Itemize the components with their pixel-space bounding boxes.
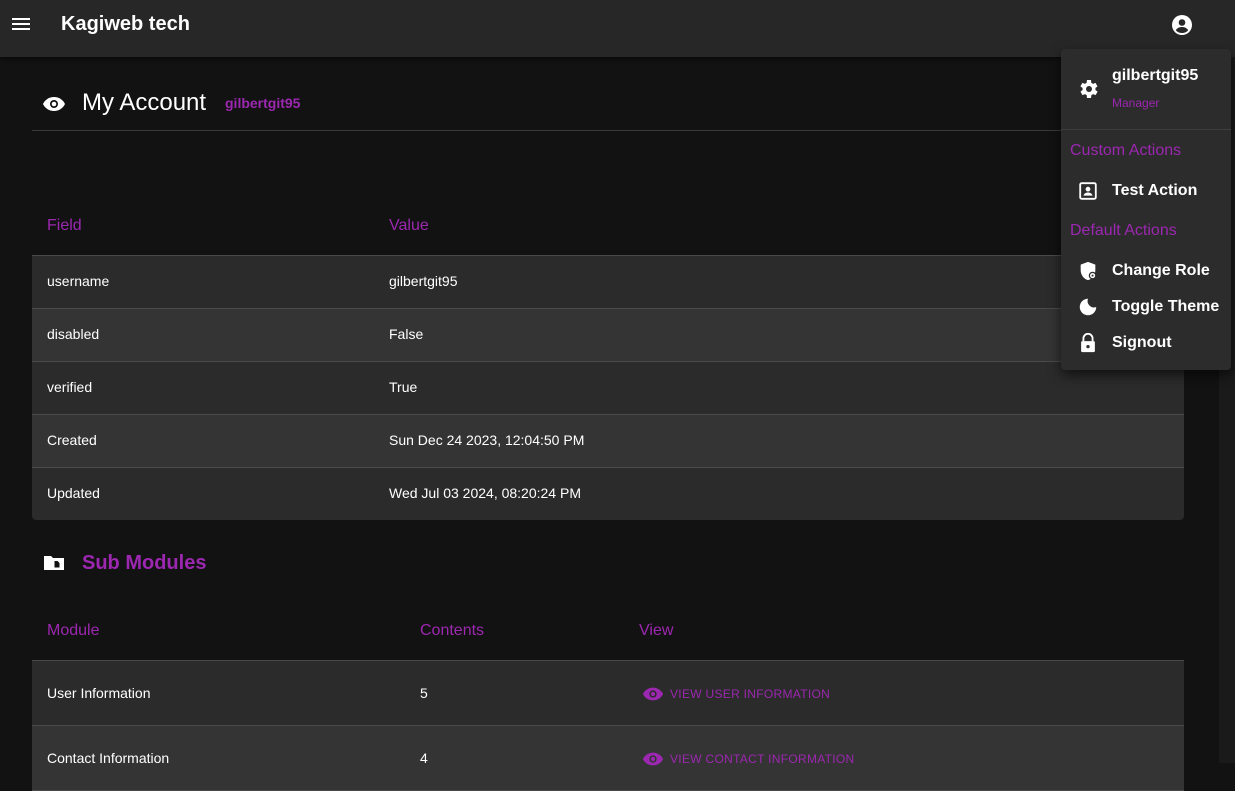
eye-icon bbox=[642, 687, 664, 701]
value-cell: Wed Jul 03 2024, 08:20:24 PM bbox=[389, 485, 581, 501]
value-cell: Sun Dec 24 2023, 12:04:50 PM bbox=[389, 432, 585, 448]
table-row: disabled False bbox=[32, 309, 1184, 362]
field-cell: verified bbox=[47, 379, 93, 395]
module-name-cell: Contact Information bbox=[47, 750, 170, 766]
table-header-row: Module Contents View bbox=[32, 605, 1184, 661]
eye-icon bbox=[642, 752, 664, 766]
menu-item-label: Signout bbox=[1112, 334, 1172, 351]
folder-icon bbox=[44, 556, 64, 570]
sub-modules-header: Sub Modules bbox=[32, 540, 632, 584]
table-header-row: Field Value bbox=[32, 200, 1184, 256]
menu-username: gilbertgit95 bbox=[1112, 67, 1199, 84]
value-cell: True bbox=[389, 379, 418, 395]
value-cell: False bbox=[389, 326, 424, 342]
table-row: Created Sun Dec 24 2023, 12:04:50 PM bbox=[32, 415, 1184, 468]
menu-user-role: Manager bbox=[1112, 96, 1160, 110]
table-row: username gilbertgit95 bbox=[32, 256, 1184, 309]
account-menu: gilbertgit95 Manager Custom Actions Test… bbox=[1061, 49, 1231, 370]
column-header-view: View bbox=[639, 622, 674, 639]
field-cell: Created bbox=[47, 432, 97, 448]
app-title: Kagiweb tech bbox=[61, 13, 190, 35]
eye-icon bbox=[43, 97, 65, 111]
moon-icon bbox=[1079, 298, 1097, 316]
default-actions-heading: Default Actions bbox=[1070, 222, 1177, 239]
view-link-label: VIEW USER INFORMATION bbox=[670, 687, 831, 701]
column-header-value: Value bbox=[389, 217, 429, 234]
module-name-cell: User Information bbox=[47, 685, 151, 701]
lock-icon bbox=[1081, 332, 1095, 353]
menu-item-test-action[interactable]: Test Action bbox=[1061, 174, 1231, 210]
sub-modules-table: Module Contents View User Information 5 … bbox=[32, 605, 1184, 791]
page-header: My Account gilbertgit95 bbox=[32, 78, 1184, 131]
menu-item-label: Change Role bbox=[1112, 262, 1210, 279]
menu-item-change-role[interactable]: Change Role bbox=[1061, 254, 1231, 290]
sub-modules-title: Sub Modules bbox=[82, 552, 207, 574]
table-row: User Information 5 VIEW USER INFORMATION bbox=[32, 661, 1184, 726]
hamburger-menu-icon[interactable] bbox=[9, 12, 33, 36]
column-header-module: Module bbox=[47, 622, 100, 639]
page-username-badge: gilbertgit95 bbox=[225, 95, 301, 111]
menu-item-label: Toggle Theme bbox=[1112, 298, 1220, 315]
contact-page-icon bbox=[1079, 182, 1097, 200]
menu-item-signout[interactable]: Signout bbox=[1061, 326, 1231, 362]
field-cell: username bbox=[47, 273, 110, 289]
value-cell: gilbertgit95 bbox=[389, 273, 458, 289]
table-row: Updated Wed Jul 03 2024, 08:20:24 PM bbox=[32, 468, 1184, 520]
column-header-contents: Contents bbox=[420, 622, 485, 639]
app-bar: Kagiweb tech bbox=[0, 0, 1235, 57]
field-cell: disabled bbox=[47, 326, 100, 342]
page-title: My Account bbox=[82, 89, 207, 116]
table-row: verified True bbox=[32, 362, 1184, 415]
field-cell: Updated bbox=[47, 485, 100, 501]
menu-item-toggle-theme[interactable]: Toggle Theme bbox=[1061, 290, 1231, 326]
column-header-field: Field bbox=[47, 217, 82, 234]
account-circle-icon[interactable] bbox=[1170, 13, 1194, 37]
menu-item-label: Test Action bbox=[1112, 182, 1198, 199]
contents-count-cell: 5 bbox=[420, 685, 428, 701]
account-fields-table: Field Value username gilbertgit95 disabl… bbox=[32, 200, 1184, 520]
custom-actions-heading: Custom Actions bbox=[1070, 142, 1182, 159]
view-user-information-button[interactable]: VIEW USER INFORMATION bbox=[642, 683, 830, 705]
view-link-label: VIEW CONTACT INFORMATION bbox=[670, 752, 855, 766]
shield-icon bbox=[1080, 261, 1097, 281]
gear-icon bbox=[1080, 80, 1098, 98]
view-contact-information-button[interactable]: VIEW CONTACT INFORMATION bbox=[642, 748, 855, 770]
table-row: Contact Information 4 VIEW CONTACT INFOR… bbox=[32, 726, 1184, 791]
contents-count-cell: 4 bbox=[420, 750, 428, 766]
account-menu-user-item[interactable]: gilbertgit95 Manager bbox=[1061, 49, 1231, 130]
